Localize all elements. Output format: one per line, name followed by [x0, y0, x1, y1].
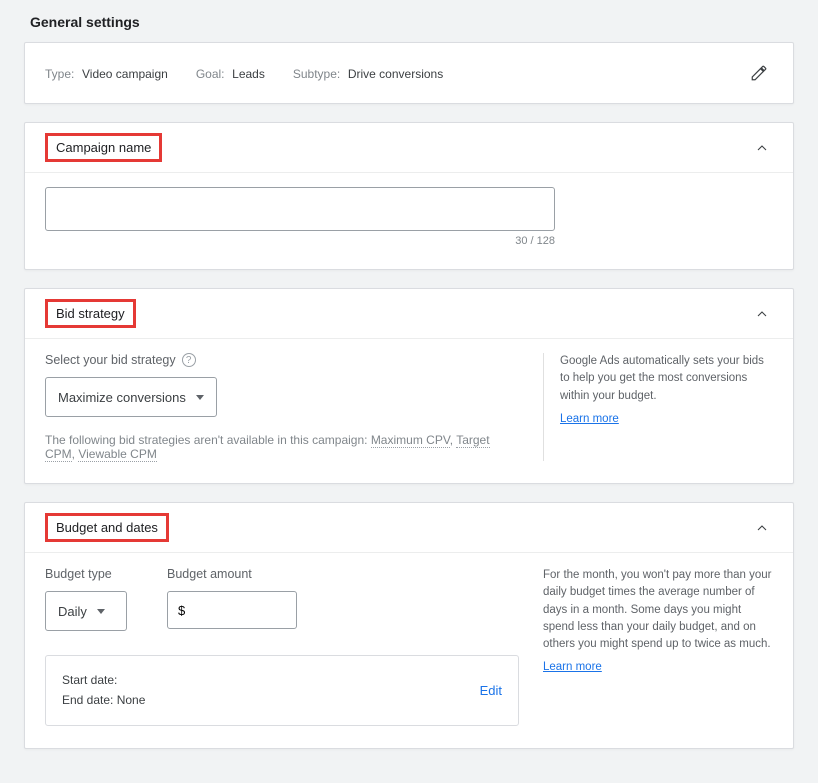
bid-strategy-selected-value: Maximize conversions	[58, 390, 186, 405]
bid-strategy-section: Bid strategy Select your bid strategy ? …	[24, 288, 794, 484]
edit-summary-button[interactable]	[745, 59, 773, 87]
campaign-name-char-count: 30 / 128	[45, 235, 555, 247]
budget-type-select[interactable]: Daily	[45, 591, 127, 631]
summary-type-label: Type:	[45, 67, 74, 81]
chevron-up-icon	[754, 140, 770, 156]
bid-strategy-help-icon[interactable]: ?	[182, 353, 196, 367]
campaign-name-heading: Campaign name	[45, 133, 162, 162]
bid-strategy-help-text: Google Ads automatically sets your bids …	[560, 353, 773, 405]
unavailable-maximum-cpv[interactable]: Maximum CPV	[371, 433, 450, 448]
collapse-bid-strategy-button[interactable]	[751, 303, 773, 325]
campaign-name-section: Campaign name 30 / 128	[24, 122, 794, 270]
budget-amount-input[interactable]	[167, 591, 297, 629]
unavailable-viewable-cpm[interactable]: Viewable CPM	[78, 447, 156, 462]
chevron-up-icon	[754, 520, 770, 536]
budget-amount-label: Budget amount	[167, 567, 252, 581]
pencil-icon	[750, 64, 768, 82]
bid-strategy-select[interactable]: Maximize conversions	[45, 377, 217, 417]
collapse-campaign-name-button[interactable]	[751, 137, 773, 159]
chevron-down-icon	[97, 609, 105, 614]
budget-help-text: For the month, you won't pay more than y…	[543, 567, 773, 653]
collapse-budget-dates-button[interactable]	[751, 517, 773, 539]
edit-dates-link[interactable]: Edit	[480, 683, 502, 698]
budget-dates-section: Budget and dates Budget type Daily	[24, 502, 794, 749]
summary-goal: Goal: Leads	[196, 66, 265, 81]
summary-subtype-label: Subtype:	[293, 67, 340, 81]
budget-dates-heading: Budget and dates	[45, 513, 169, 542]
budget-type-value: Daily	[58, 604, 87, 619]
end-date-row: End date: None	[62, 690, 145, 710]
budget-type-label: Budget type	[45, 567, 112, 581]
summary-subtype-value: Drive conversions	[348, 67, 443, 81]
bid-strategy-heading: Bid strategy	[45, 299, 136, 328]
campaign-summary-card: Type: Video campaign Goal: Leads Subtype…	[24, 42, 794, 104]
page-title: General settings	[10, 6, 808, 42]
dates-box: Start date: End date: None Edit	[45, 655, 519, 726]
summary-goal-value: Leads	[232, 67, 265, 81]
summary-type: Type: Video campaign	[45, 66, 168, 81]
chevron-down-icon	[196, 395, 204, 400]
start-date-row: Start date:	[62, 670, 145, 690]
bid-strategy-unavailable-note: The following bid strategies aren't avai…	[45, 433, 519, 461]
chevron-up-icon	[754, 306, 770, 322]
summary-goal-label: Goal:	[196, 67, 225, 81]
summary-type-value: Video campaign	[82, 67, 168, 81]
bid-strategy-learn-more-link[interactable]: Learn more	[560, 411, 619, 428]
bid-strategy-select-label: Select your bid strategy	[45, 353, 176, 367]
campaign-name-input[interactable]	[45, 187, 555, 231]
summary-subtype: Subtype: Drive conversions	[293, 66, 443, 81]
